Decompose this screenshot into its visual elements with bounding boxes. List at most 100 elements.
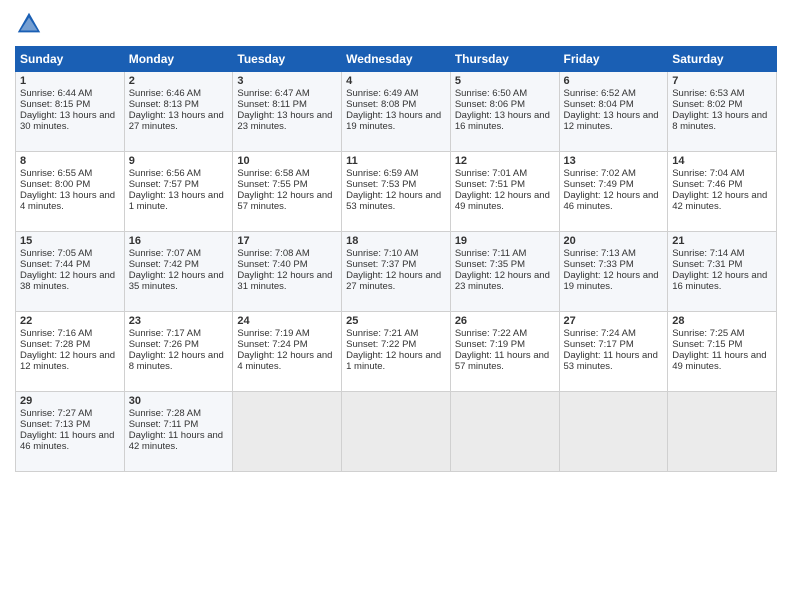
daylight-text: Daylight: 12 hours and 57 minutes.	[237, 190, 332, 212]
daylight-text: Daylight: 12 hours and 16 minutes.	[672, 270, 767, 292]
sunset-text: Sunset: 7:42 PM	[129, 259, 199, 270]
daylight-text: Daylight: 13 hours and 12 minutes.	[564, 110, 659, 132]
sunrise-text: Sunrise: 7:22 AM	[455, 328, 527, 339]
calendar-cell	[668, 392, 777, 472]
calendar-cell: 12Sunrise: 7:01 AMSunset: 7:51 PMDayligh…	[450, 152, 559, 232]
daylight-text: Daylight: 12 hours and 27 minutes.	[346, 270, 441, 292]
daylight-text: Daylight: 13 hours and 8 minutes.	[672, 110, 767, 132]
sunrise-text: Sunrise: 6:56 AM	[129, 168, 201, 179]
sunset-text: Sunset: 8:04 PM	[564, 99, 634, 110]
sunrise-text: Sunrise: 7:16 AM	[20, 328, 92, 339]
logo-icon	[15, 10, 43, 38]
calendar-cell: 4Sunrise: 6:49 AMSunset: 8:08 PMDaylight…	[342, 72, 451, 152]
calendar-cell: 6Sunrise: 6:52 AMSunset: 8:04 PMDaylight…	[559, 72, 668, 152]
day-number: 30	[129, 395, 229, 407]
day-number: 25	[346, 315, 446, 327]
daylight-text: Daylight: 12 hours and 46 minutes.	[564, 190, 659, 212]
sunrise-text: Sunrise: 6:46 AM	[129, 88, 201, 99]
sunrise-text: Sunrise: 6:53 AM	[672, 88, 744, 99]
sunrise-text: Sunrise: 6:50 AM	[455, 88, 527, 99]
sunrise-text: Sunrise: 7:28 AM	[129, 408, 201, 419]
sunset-text: Sunset: 7:24 PM	[237, 339, 307, 350]
daylight-text: Daylight: 13 hours and 16 minutes.	[455, 110, 550, 132]
calendar-cell: 25Sunrise: 7:21 AMSunset: 7:22 PMDayligh…	[342, 312, 451, 392]
day-header-friday: Friday	[559, 47, 668, 72]
day-number: 17	[237, 235, 337, 247]
calendar-cell	[450, 392, 559, 472]
sunset-text: Sunset: 8:13 PM	[129, 99, 199, 110]
day-number: 1	[20, 75, 120, 87]
sunset-text: Sunset: 7:37 PM	[346, 259, 416, 270]
daylight-text: Daylight: 12 hours and 23 minutes.	[455, 270, 550, 292]
day-number: 24	[237, 315, 337, 327]
daylight-text: Daylight: 12 hours and 8 minutes.	[129, 350, 224, 372]
sunset-text: Sunset: 7:15 PM	[672, 339, 742, 350]
day-number: 20	[564, 235, 664, 247]
sunset-text: Sunset: 7:53 PM	[346, 179, 416, 190]
day-number: 21	[672, 235, 772, 247]
sunset-text: Sunset: 8:02 PM	[672, 99, 742, 110]
daylight-text: Daylight: 11 hours and 42 minutes.	[129, 430, 223, 452]
calendar-cell: 19Sunrise: 7:11 AMSunset: 7:35 PMDayligh…	[450, 232, 559, 312]
sunrise-text: Sunrise: 7:17 AM	[129, 328, 201, 339]
sunset-text: Sunset: 7:28 PM	[20, 339, 90, 350]
day-number: 29	[20, 395, 120, 407]
daylight-text: Daylight: 12 hours and 42 minutes.	[672, 190, 767, 212]
sunset-text: Sunset: 8:08 PM	[346, 99, 416, 110]
day-number: 16	[129, 235, 229, 247]
sunrise-text: Sunrise: 7:08 AM	[237, 248, 309, 259]
sunrise-text: Sunrise: 6:47 AM	[237, 88, 309, 99]
calendar-cell: 2Sunrise: 6:46 AMSunset: 8:13 PMDaylight…	[124, 72, 233, 152]
daylight-text: Daylight: 13 hours and 4 minutes.	[20, 190, 115, 212]
calendar-cell: 27Sunrise: 7:24 AMSunset: 7:17 PMDayligh…	[559, 312, 668, 392]
sunset-text: Sunset: 7:57 PM	[129, 179, 199, 190]
sunrise-text: Sunrise: 7:27 AM	[20, 408, 92, 419]
daylight-text: Daylight: 13 hours and 23 minutes.	[237, 110, 332, 132]
day-number: 15	[20, 235, 120, 247]
sunset-text: Sunset: 7:33 PM	[564, 259, 634, 270]
sunrise-text: Sunrise: 7:07 AM	[129, 248, 201, 259]
daylight-text: Daylight: 11 hours and 49 minutes.	[672, 350, 766, 372]
sunrise-text: Sunrise: 7:19 AM	[237, 328, 309, 339]
week-row-3: 15Sunrise: 7:05 AMSunset: 7:44 PMDayligh…	[16, 232, 777, 312]
sunset-text: Sunset: 8:15 PM	[20, 99, 90, 110]
day-number: 19	[455, 235, 555, 247]
calendar-cell: 29Sunrise: 7:27 AMSunset: 7:13 PMDayligh…	[16, 392, 125, 472]
daylight-text: Daylight: 12 hours and 1 minute.	[346, 350, 441, 372]
calendar-cell: 20Sunrise: 7:13 AMSunset: 7:33 PMDayligh…	[559, 232, 668, 312]
sunset-text: Sunset: 8:06 PM	[455, 99, 525, 110]
sunrise-text: Sunrise: 7:01 AM	[455, 168, 527, 179]
day-number: 10	[237, 155, 337, 167]
daylight-text: Daylight: 13 hours and 19 minutes.	[346, 110, 441, 132]
daylight-text: Daylight: 12 hours and 38 minutes.	[20, 270, 115, 292]
calendar-cell: 23Sunrise: 7:17 AMSunset: 7:26 PMDayligh…	[124, 312, 233, 392]
day-number: 11	[346, 155, 446, 167]
calendar-cell: 14Sunrise: 7:04 AMSunset: 7:46 PMDayligh…	[668, 152, 777, 232]
logo	[15, 10, 47, 38]
sunset-text: Sunset: 7:11 PM	[129, 419, 199, 430]
day-number: 23	[129, 315, 229, 327]
day-number: 8	[20, 155, 120, 167]
daylight-text: Daylight: 12 hours and 31 minutes.	[237, 270, 332, 292]
calendar-cell: 24Sunrise: 7:19 AMSunset: 7:24 PMDayligh…	[233, 312, 342, 392]
daylight-text: Daylight: 12 hours and 53 minutes.	[346, 190, 441, 212]
calendar-cell: 16Sunrise: 7:07 AMSunset: 7:42 PMDayligh…	[124, 232, 233, 312]
day-number: 3	[237, 75, 337, 87]
day-number: 7	[672, 75, 772, 87]
week-row-5: 29Sunrise: 7:27 AMSunset: 7:13 PMDayligh…	[16, 392, 777, 472]
sunrise-text: Sunrise: 7:04 AM	[672, 168, 744, 179]
sunrise-text: Sunrise: 7:14 AM	[672, 248, 744, 259]
daylight-text: Daylight: 11 hours and 46 minutes.	[20, 430, 114, 452]
daylight-text: Daylight: 11 hours and 57 minutes.	[455, 350, 549, 372]
day-header-monday: Monday	[124, 47, 233, 72]
daylight-text: Daylight: 12 hours and 35 minutes.	[129, 270, 224, 292]
day-number: 26	[455, 315, 555, 327]
daylight-text: Daylight: 13 hours and 1 minute.	[129, 190, 224, 212]
day-number: 9	[129, 155, 229, 167]
week-row-1: 1Sunrise: 6:44 AMSunset: 8:15 PMDaylight…	[16, 72, 777, 152]
sunrise-text: Sunrise: 7:11 AM	[455, 248, 527, 259]
calendar-cell: 10Sunrise: 6:58 AMSunset: 7:55 PMDayligh…	[233, 152, 342, 232]
day-number: 27	[564, 315, 664, 327]
calendar-cell: 9Sunrise: 6:56 AMSunset: 7:57 PMDaylight…	[124, 152, 233, 232]
calendar-cell: 15Sunrise: 7:05 AMSunset: 7:44 PMDayligh…	[16, 232, 125, 312]
